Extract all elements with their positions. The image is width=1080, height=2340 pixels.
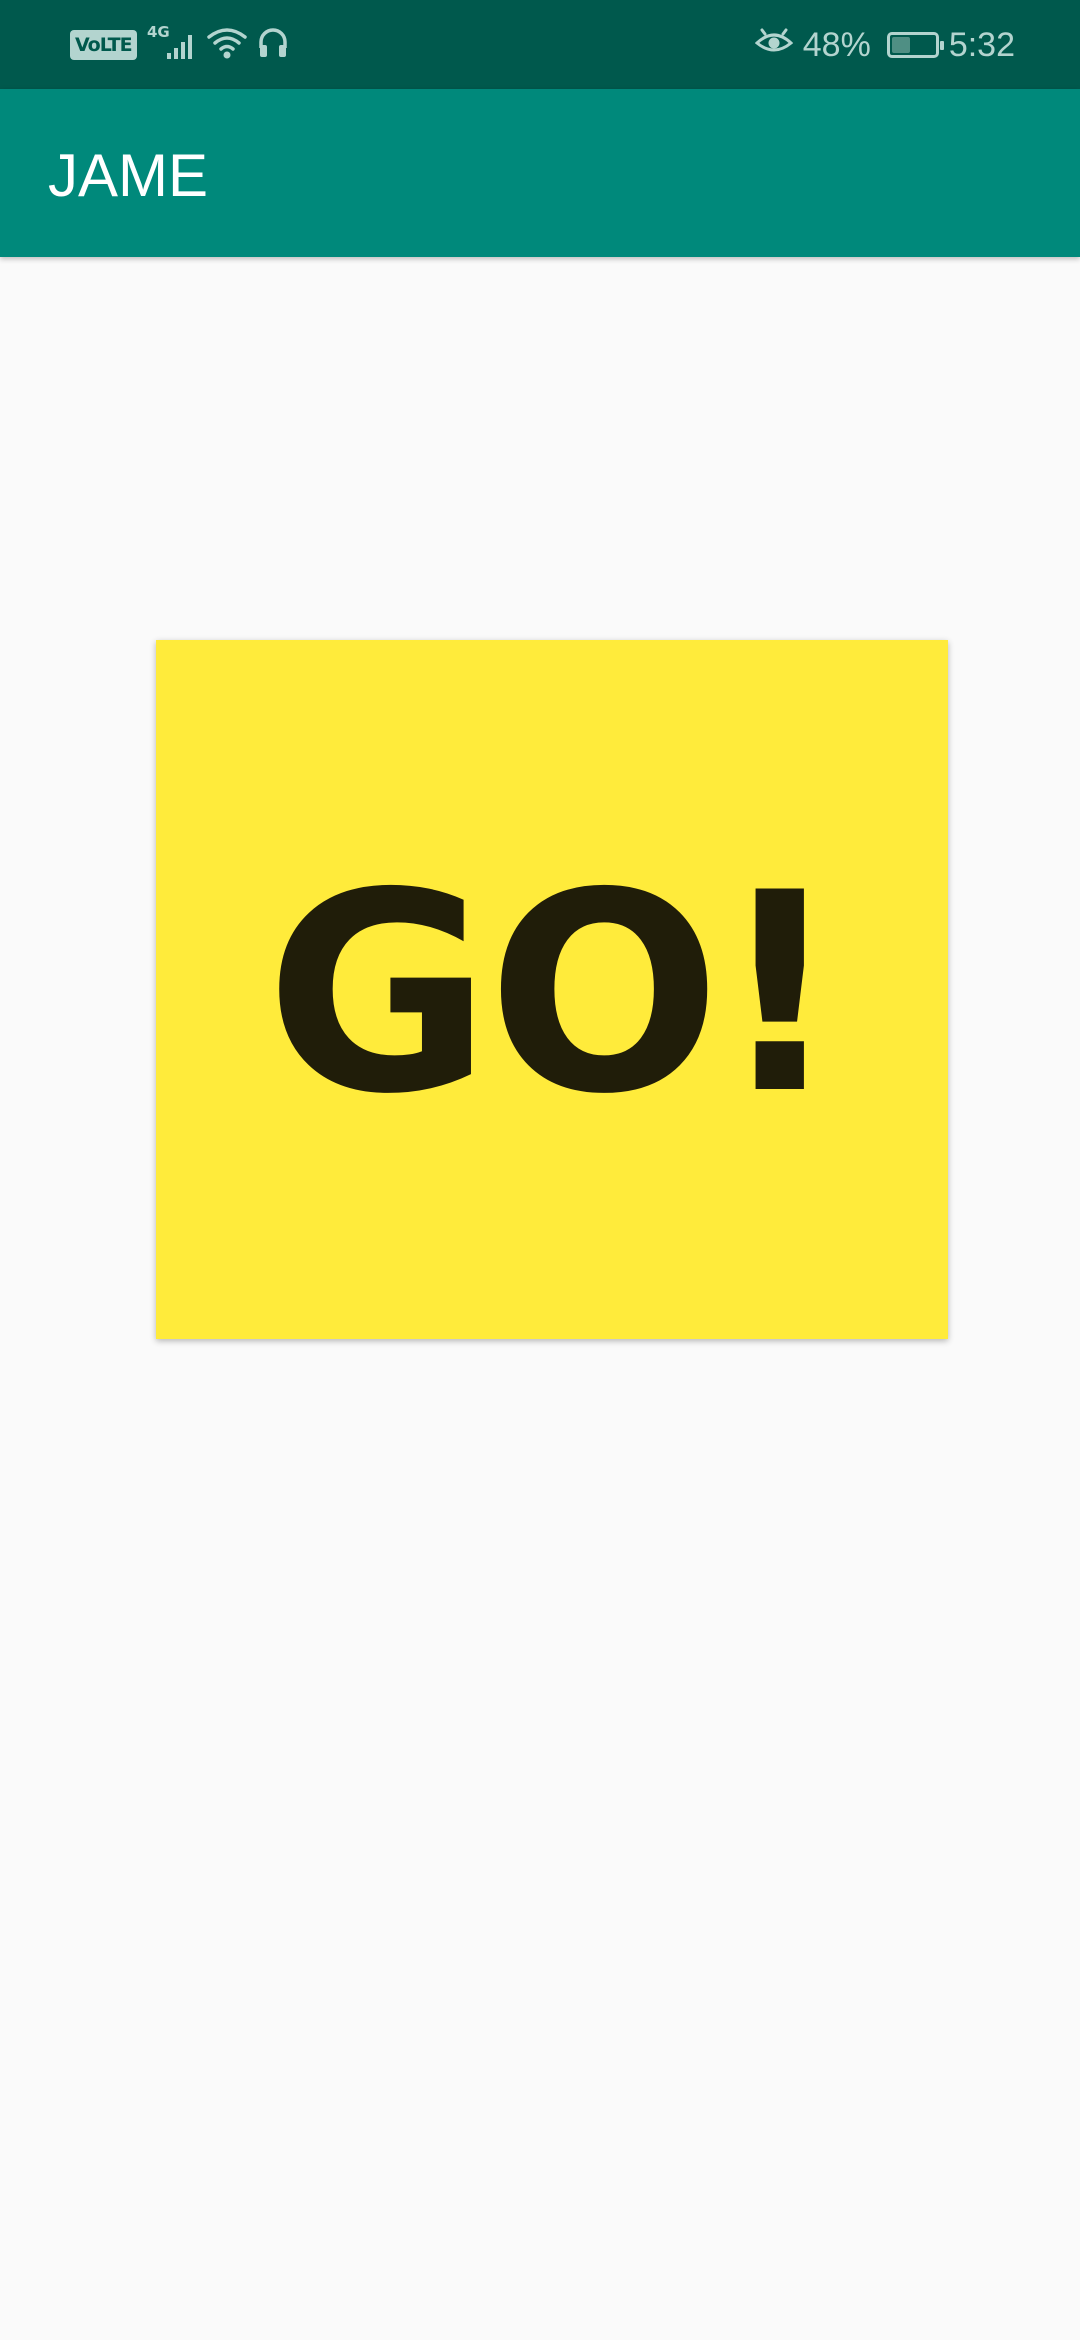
eye-comfort-icon [754,25,794,66]
wifi-icon [206,25,247,66]
headset-icon [257,26,289,65]
clock: 5:32 [948,25,1015,64]
app-bar: JAME [0,89,1080,257]
volte-icon: VoLTE [70,30,137,60]
signal-icon: 4G [147,23,197,68]
status-icons-right: 48% 5:32 [754,22,1015,68]
network-type-label: 4G [147,23,170,41]
battery-percent: 48% [802,25,871,64]
go-button-label: GO! [265,834,843,1154]
go-button[interactable]: GO! [156,640,948,1339]
battery-icon [886,32,944,58]
app-title: JAME [48,142,209,209]
status-bar: VoLTE 4G 48% 5:32 [0,0,1080,89]
battery-level [891,37,910,53]
status-icons-left: VoLTE 4G [70,23,289,68]
